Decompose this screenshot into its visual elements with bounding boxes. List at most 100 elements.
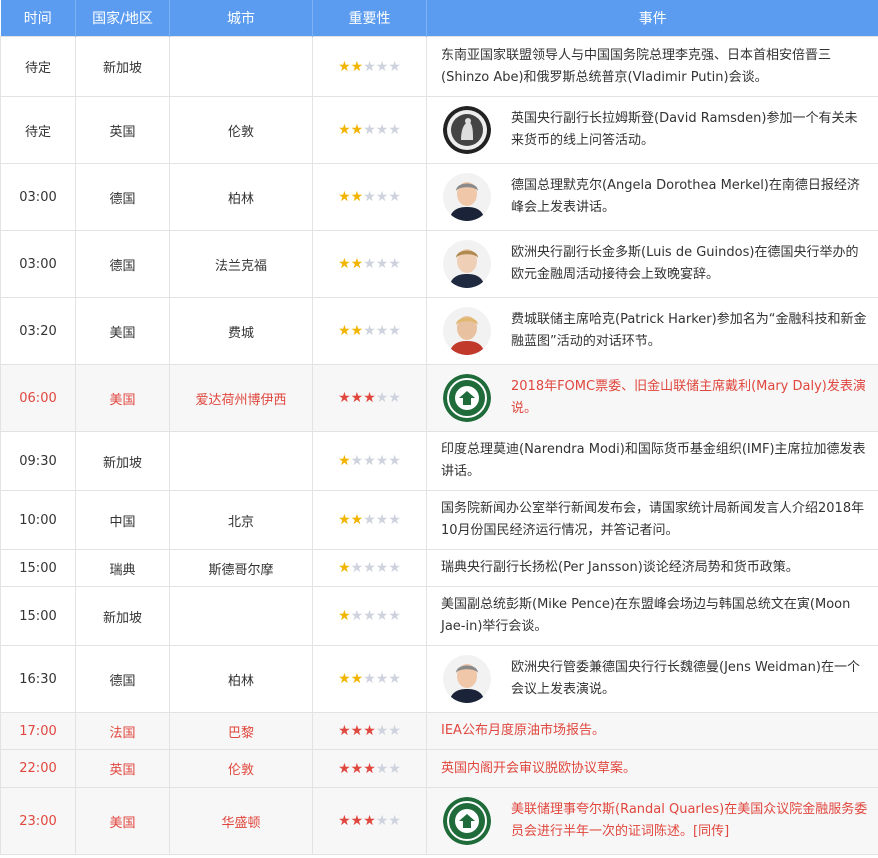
country-cell: 英国 [75,96,170,164]
star-icon: ★ [375,813,389,829]
importance-stars: ★★★★★ [338,512,401,528]
star-icon: ★ [350,390,364,406]
star-icon: ★ [350,256,364,272]
event-cell: 欧洲央行副行长金多斯(Luis de Guindos)在德国央行举办的欧元金融周… [426,230,878,298]
star-icon: ★ [363,256,376,272]
star-icon: ★ [338,723,351,739]
importance-stars: ★★★★★ [338,453,401,469]
star-icon: ★ [388,256,401,272]
federal-reserve-seal-icon [443,797,491,845]
importance-stars: ★★★★★ [338,390,401,406]
time-cell: 09:30 [0,431,76,491]
country-cell: 新加坡 [75,431,170,491]
time-cell: 待定 [0,36,76,97]
table-row: 15:00 新加坡 ★★★★★ 美国副总统彭斯(Mike Pence)在东盟峰会场边与… [0,586,878,646]
table-header: 时间 国家/地区 城市 重要性 事件 [0,0,878,37]
star-icon: ★ [350,723,364,739]
importance-stars: ★★★★★ [338,608,401,624]
event-text: 国务院新闻办公室举行新闻发布会，请国家统计局新闻发言人介绍2018年10月份国民… [441,501,865,538]
country-cell: 美国 [75,364,170,432]
city-cell: 伦敦 [169,96,313,164]
country-cell: 新加坡 [75,36,170,97]
table-row: 03:00 德国 柏林 ★★★★★ 德国总理默克尔(Angela Dorothea Me… [0,163,878,231]
importance-cell: ★★★★★ [312,549,427,587]
importance-cell: ★★★★★ [312,230,427,298]
star-icon: ★ [350,58,364,75]
city-cell: 柏林 [169,163,313,231]
star-icon: ★ [375,760,389,777]
importance-stars: ★★★★★ [338,671,401,687]
event-cell: 2018年FOMC票委、旧金山联储主席戴利(Mary Daly)发表演说。 [426,364,878,432]
city-cell [169,431,313,491]
city-cell: 北京 [169,490,313,550]
event-text: 2018年FOMC票委、旧金山联储主席戴利(Mary Daly)发表演说。 [511,379,866,416]
star-icon: ★ [338,608,351,624]
star-icon: ★ [338,323,351,339]
person-photo-icon [443,307,491,355]
event-cell: 欧洲央行管委兼德国央行行长魏德曼(Jens Weidman)在一个会议上发表演说… [426,645,878,713]
event-cell: 东南亚国家联盟领导人与中国国务院总理李克强、日本首相安倍晋三(Shinzo Ab… [426,36,878,97]
star-icon: ★ [350,453,364,469]
city-cell: 爱达荷州博伊西 [169,364,313,432]
star-icon: ★ [388,390,401,406]
star-icon: ★ [363,760,376,777]
event-cell: IEA公布月度原油市场报告。 [426,712,878,750]
table-row: 03:00 德国 法兰克福 ★★★★★ 欧洲央行副行长金多斯(Luis de Guind… [0,230,878,298]
city-cell: 伦敦 [169,749,313,788]
event-cell: 英国内阁开会审议脱欧协议草案。 [426,749,878,788]
star-icon: ★ [338,58,351,75]
importance-cell: ★★★★★ [312,431,427,491]
event-text: 英国内阁开会审议脱欧协议草案。 [441,760,637,776]
star-icon: ★ [363,560,376,576]
header-time: 时间 [0,0,76,37]
star-icon: ★ [388,813,401,829]
country-cell: 德国 [75,645,170,713]
star-icon: ★ [375,671,389,687]
importance-stars: ★★★★★ [338,813,401,829]
header-country: 国家/地区 [75,0,170,37]
event-text: 美国副总统彭斯(Mike Pence)在东盟峰会场边与韩国总统文在寅(Moon … [441,597,851,634]
star-icon: ★ [375,323,389,339]
importance-stars: ★★★★★ [338,323,401,339]
city-cell [169,36,313,97]
star-icon: ★ [375,723,389,739]
event-text: 德国总理默克尔(Angela Dorothea Merkel)在南德日报经济峰会… [511,178,860,215]
event-text: 美联储理事夸尔斯(Randal Quarles)在美国众议院金融服务委员会进行半… [511,802,868,839]
importance-cell: ★★★★★ [312,749,427,788]
star-icon: ★ [375,453,389,469]
importance-stars: ★★★★★ [338,189,401,205]
star-icon: ★ [338,671,351,687]
event-cell: 印度总理莫迪(Narendra Modi)和国际货币基金组织(IMF)主席拉加德… [426,431,878,491]
person-photo-icon [443,655,491,703]
federal-reserve-seal-icon [443,374,491,422]
calendar-table: 时间 国家/地区 城市 重要性 事件 待定 新加坡 ★★★★★ 东南亚国家联盟领导人与… [0,0,878,855]
time-cell: 03:20 [0,297,76,365]
importance-stars: ★★★★★ [338,723,401,739]
city-cell: 巴黎 [169,712,313,750]
star-icon: ★ [350,323,364,339]
event-text: 瑞典央行副行长扬松(Per Jansson)谈论经济局势和货币政策。 [441,560,799,575]
importance-cell: ★★★★★ [312,712,427,750]
star-icon: ★ [363,512,376,528]
star-icon: ★ [350,512,364,528]
table-row: 17:00 法国 巴黎 ★★★★★ IEA公布月度原油市场报告。 [0,712,878,750]
table-row: 待定 新加坡 ★★★★★ 东南亚国家联盟领导人与中国国务院总理李克强、日本首相安倍晋三… [0,36,878,97]
star-icon: ★ [363,122,376,138]
star-icon: ★ [388,58,401,75]
header-city: 城市 [169,0,313,37]
time-cell: 23:00 [0,787,76,855]
star-icon: ★ [375,58,389,75]
event-cell: 英国央行副行长拉姆斯登(David Ramsden)参加一个有关未来货币的线上问… [426,96,878,164]
star-icon: ★ [350,189,364,205]
importance-cell: ★★★★★ [312,297,427,365]
event-cell: 美国副总统彭斯(Mike Pence)在东盟峰会场边与韩国总统文在寅(Moon … [426,586,878,646]
importance-stars: ★★★★★ [338,256,401,272]
star-icon: ★ [363,608,376,624]
star-icon: ★ [388,122,401,138]
bank-of-england-logo-icon [443,106,491,154]
star-icon: ★ [338,813,351,829]
event-cell: 美联储理事夸尔斯(Randal Quarles)在美国众议院金融服务委员会进行半… [426,787,878,855]
event-cell: 德国总理默克尔(Angela Dorothea Merkel)在南德日报经济峰会… [426,163,878,231]
time-cell: 15:00 [0,586,76,646]
importance-cell: ★★★★★ [312,787,427,855]
